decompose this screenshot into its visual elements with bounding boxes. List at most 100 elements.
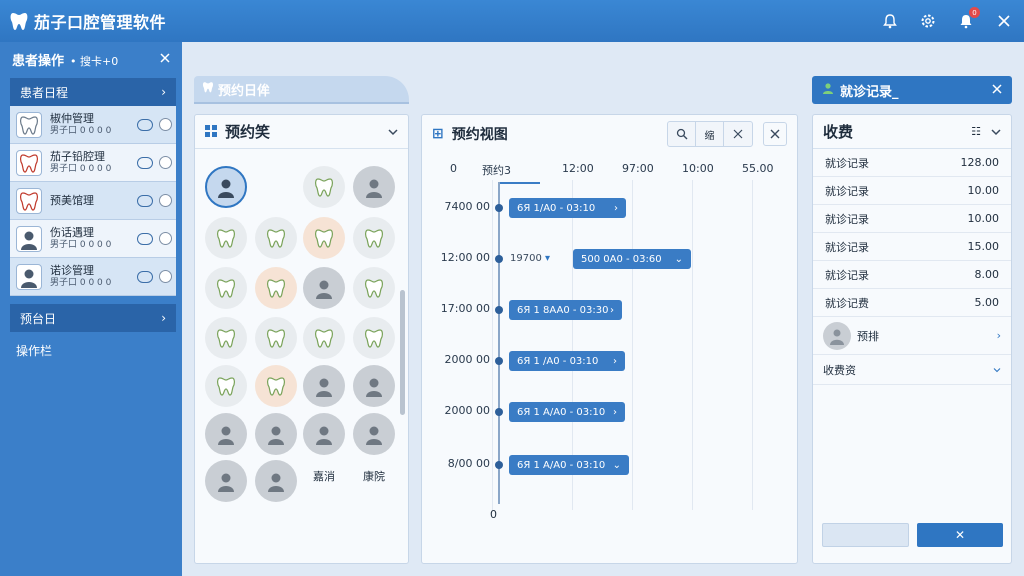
chevron-down-icon[interactable]	[991, 125, 1001, 139]
tooth-cell[interactable]	[353, 317, 395, 359]
calendar-title: 预约视图	[451, 127, 508, 143]
select-radio[interactable]	[159, 232, 172, 245]
tooth-cell[interactable]	[303, 166, 345, 208]
fee-row[interactable]: 就诊记费 5.00	[813, 289, 1011, 317]
bell-icon[interactable]	[880, 11, 900, 31]
toggle-icon[interactable]	[137, 194, 153, 207]
fee-row[interactable]: 就诊记录 10.00	[813, 177, 1011, 205]
close-icon[interactable]	[992, 83, 1002, 98]
grid-label: 康院	[363, 470, 385, 483]
gear-icon[interactable]	[918, 11, 938, 31]
patient-list-item[interactable]: 预美馆理	[10, 182, 176, 220]
doctor-row[interactable]: 预排 ›	[813, 317, 1011, 355]
tooth-logo-icon	[8, 10, 30, 32]
toggle-icon[interactable]	[137, 232, 153, 245]
user-icon	[822, 82, 834, 98]
patient-list-item[interactable]: 伤话遇理 男子口 0 0 0 0	[10, 220, 176, 258]
person-avatar[interactable]	[205, 413, 247, 455]
tooth-icon	[202, 81, 214, 97]
fee-select[interactable]: 收费资	[813, 355, 1011, 385]
toggle-icon[interactable]	[137, 156, 153, 169]
tooth-red-icon	[16, 187, 42, 214]
fee-row[interactable]: 就诊记录 10.00	[813, 205, 1011, 233]
appointment-event[interactable]: 6Я 1 A/A0 - 03:10 ⌄	[509, 455, 629, 475]
calendar-column-header: 预约3	[482, 164, 511, 177]
row-note-text: 19700	[510, 253, 542, 264]
close-icon[interactable]	[160, 52, 170, 67]
toggle-icon[interactable]	[137, 270, 153, 283]
select-radio[interactable]	[159, 194, 172, 207]
person-avatar[interactable]	[353, 413, 395, 455]
current-time-indicator	[498, 182, 540, 184]
expand-icon[interactable]	[724, 122, 752, 146]
search-icon[interactable]	[668, 122, 696, 146]
notification-bell-icon[interactable]: 0	[956, 7, 980, 31]
appointment-event[interactable]: 6Я 1 /A0 - 03:10 ›	[509, 351, 625, 371]
fee-row[interactable]: 就诊记录 8.00	[813, 261, 1011, 289]
fee-label: 就诊记录	[825, 156, 869, 170]
close-icon[interactable]	[763, 122, 787, 146]
close-icon[interactable]	[994, 11, 1014, 31]
visit-record-tab[interactable]: 就诊记录_	[812, 76, 1012, 104]
fee-amount: 15.00	[967, 240, 1000, 253]
patient-name: 茄子铅腔理	[50, 149, 105, 163]
toggle-icon[interactable]	[137, 118, 153, 131]
calendar-row-label: 12:00 00	[440, 251, 490, 264]
doctor-avatar[interactable]	[205, 166, 247, 208]
patient-info: 茄子铅腔理 男子口 0 0 0 0	[50, 150, 137, 176]
patient-list-item[interactable]: 诺诊管理 男子口 0 0 0 0	[10, 258, 176, 296]
person-avatar[interactable]	[303, 413, 345, 455]
patient-schedule-section[interactable]: 患者日程 ›	[10, 78, 176, 106]
select-radio[interactable]	[159, 118, 172, 131]
patient-meta: 男子口 0 0 0 0	[50, 125, 112, 136]
chevron-down-icon[interactable]	[388, 125, 398, 139]
appointment-scrollbar[interactable]	[400, 290, 405, 415]
appointment-event[interactable]: 6Я 1 A/A0 - 03:10 ›	[509, 402, 625, 422]
appointment-event[interactable]: 6Я 1 8AA0 - 03:30 ›	[509, 300, 622, 320]
fee-row[interactable]: 就诊记录 15.00	[813, 233, 1011, 261]
appointment-event[interactable]: 6Я 1/A0 - 03:10 ›	[509, 198, 626, 218]
person-avatar[interactable]	[255, 460, 297, 502]
tooth-cell[interactable]	[255, 217, 297, 259]
select-radio[interactable]	[159, 156, 172, 169]
cancel-button[interactable]	[822, 523, 909, 547]
zoom-button[interactable]: 缩	[696, 122, 724, 146]
patient-list-item[interactable]: 茄子铅腔理 男子口 0 0 0 0	[10, 144, 176, 182]
fee-amount: 10.00	[967, 184, 1000, 197]
tooth-cell[interactable]	[353, 217, 395, 259]
person-avatar[interactable]	[303, 365, 345, 407]
tooth-cell[interactable]	[205, 317, 247, 359]
person-avatar[interactable]	[255, 413, 297, 455]
calendar-column-header: 0	[450, 162, 457, 175]
person-avatar[interactable]	[205, 460, 247, 502]
chevron-right-icon: ›	[161, 311, 166, 325]
patient-name: 椒仲管理	[50, 111, 94, 125]
appointment-event[interactable]: 500 0A0 - 03:60 ⌄	[573, 249, 691, 269]
person-avatar[interactable]	[353, 166, 395, 208]
person-icon	[16, 225, 42, 252]
confirm-button[interactable]: ✕	[917, 523, 1003, 547]
tooth-cell[interactable]	[303, 317, 345, 359]
patient-operations-panel: 患者操作 • 搜卡+0 患者日程 › 椒仲管理 男子口 0 0 0 0 茄子铅腔理 男子…	[0, 42, 182, 576]
chevron-down-icon: ▾	[545, 253, 551, 264]
schedule-section-2[interactable]: 预台日 ›	[10, 304, 176, 332]
select-radio[interactable]	[159, 270, 172, 283]
calendar-header: ⊞ 预约视图 缩	[422, 115, 797, 153]
tooth-cell[interactable]	[353, 267, 395, 309]
tooth-cell[interactable]	[205, 267, 247, 309]
tooth-cell[interactable]	[205, 217, 247, 259]
appointment-tab[interactable]: 预约日侔	[194, 76, 409, 104]
tooth-cell[interactable]	[303, 217, 345, 259]
timeline-dot	[495, 461, 503, 469]
event-label: 6Я 1 A/A0 - 03:10	[517, 459, 606, 471]
person-avatar[interactable]	[303, 267, 345, 309]
patient-list-item[interactable]: 椒仲管理 男子口 0 0 0 0	[10, 106, 176, 144]
person-avatar[interactable]	[353, 365, 395, 407]
table-icon[interactable]: ☷	[971, 125, 981, 138]
tooth-cell[interactable]	[255, 317, 297, 359]
fee-row[interactable]: 就诊记录 128.00	[813, 149, 1011, 177]
chevron-right-icon: ›	[614, 202, 618, 214]
tooth-cell[interactable]	[255, 267, 297, 309]
tooth-cell[interactable]	[205, 365, 247, 407]
tooth-cell[interactable]	[255, 365, 297, 407]
